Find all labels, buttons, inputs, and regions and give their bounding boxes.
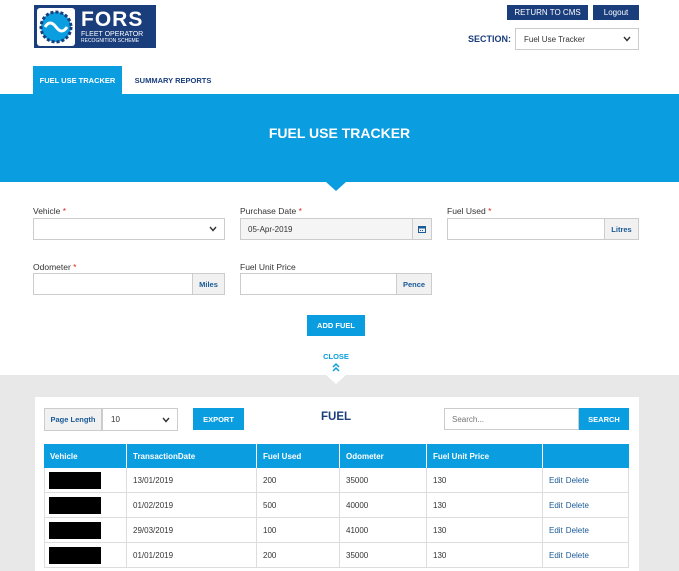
edit-link[interactable]: Edit [549,476,563,485]
date-cell: 13/01/2019 [127,468,257,492]
date-cell: 29/03/2019 [127,518,257,542]
table-row: 01/02/2019 500 40000 130 Edit Delete [44,493,629,518]
date-cell: 01/01/2019 [127,543,257,567]
odometer-cell: 35000 [340,468,427,492]
fuel-unit-price-field[interactable]: Pence [240,273,432,295]
redacted-vehicle [49,496,101,514]
price-cell: 130 [427,518,543,542]
price-cell: 130 [427,493,543,517]
vehicle-cell [44,543,127,567]
table-row: 13/01/2019 200 35000 130 Edit Delete [44,468,629,493]
column-header-odometer[interactable]: Odometer [340,444,427,468]
add-fuel-button[interactable]: ADD FUEL [307,315,365,336]
delete-link[interactable]: Delete [566,551,589,560]
fuel-cell: 100 [257,518,340,542]
odometer-cell: 41000 [340,518,427,542]
page-length-label: Page Length [44,408,102,431]
price-cell: 130 [427,468,543,492]
edit-link[interactable]: Edit [549,501,563,510]
odometer-field[interactable]: Miles [33,273,225,295]
delete-link[interactable]: Delete [566,526,589,535]
column-header-transaction-date[interactable]: TransactionDate [127,444,257,468]
actions-cell: Edit Delete [543,493,629,517]
logo-tagline: RECOGNITION SCHEME [81,38,140,44]
odometer-cell: 40000 [340,493,427,517]
actions-cell: Edit Delete [543,518,629,542]
fuel-unit-price-label: Fuel Unit Price [240,262,296,272]
section-select-value: Fuel Use Tracker [524,34,585,44]
search-button[interactable]: SEARCH [579,408,629,430]
fors-logo-icon [37,7,75,46]
fuel-used-field[interactable]: Litres [447,218,639,240]
purchase-date-value: 05-Apr-2019 [248,224,293,234]
date-cell: 01/02/2019 [127,493,257,517]
fuel-used-label: Fuel Used * [447,206,492,216]
page-length-select[interactable]: 10 [102,408,178,431]
fuel-table: Vehicle TransactionDate Fuel Used Odomet… [44,444,629,568]
chevron-down-icon [209,224,217,234]
close-link[interactable]: CLOSE [320,352,352,361]
vehicle-cell [44,468,127,492]
vehicle-cell [44,493,127,517]
purchase-date-label: Purchase Date * [240,206,302,216]
fuel-cell: 200 [257,543,340,567]
odometer-label: Odometer * [33,262,77,272]
column-header-actions [543,444,629,468]
fuel-cell: 200 [257,468,340,492]
tab-summary-reports[interactable]: SUMMARY REPORTS [128,66,218,94]
purchase-date-field[interactable]: 05-Apr-2019 [240,218,432,240]
return-to-cms-button[interactable]: RETURN TO CMS [507,5,588,20]
actions-cell: Edit Delete [543,468,629,492]
fors-logo: FORS FLEET OPERATOR RECOGNITION SCHEME [34,5,156,48]
export-button[interactable]: EXPORT [193,408,244,430]
edit-link[interactable]: Edit [549,526,563,535]
redacted-vehicle [49,546,101,564]
column-header-vehicle[interactable]: Vehicle [44,444,127,468]
vehicle-cell [44,518,127,542]
section-notch [326,375,346,384]
fuel-cell: 500 [257,493,340,517]
section-select[interactable]: Fuel Use Tracker [515,28,639,50]
page-title: FUEL USE TRACKER [268,125,411,141]
fuel-used-unit: Litres [604,218,639,240]
actions-cell: Edit Delete [543,543,629,567]
banner-pointer [326,182,346,191]
logout-button[interactable]: Logout [593,5,639,20]
fuel-unit-price-unit: Pence [396,273,432,295]
logo-title: FORS [81,8,144,31]
odometer-cell: 35000 [340,543,427,567]
column-header-fuel-unit-price[interactable]: Fuel Unit Price [427,444,543,468]
edit-link[interactable]: Edit [549,551,563,560]
vehicle-select[interactable] [33,218,225,240]
redacted-vehicle [49,521,101,539]
price-cell: 130 [427,543,543,567]
section-label: SECTION: [468,34,512,44]
table-row: 29/03/2019 100 41000 130 Edit Delete [44,518,629,543]
chevron-down-icon [623,34,631,44]
redacted-vehicle [49,471,101,489]
search-input[interactable] [444,408,579,430]
vehicle-label: Vehicle * [33,206,67,216]
delete-link[interactable]: Delete [566,476,589,485]
column-header-fuel-used[interactable]: Fuel Used [257,444,340,468]
logo-subtitle: FLEET OPERATOR [81,31,144,38]
table-header: Vehicle TransactionDate Fuel Used Odomet… [44,444,629,468]
table-row: 01/01/2019 200 35000 130 Edit Delete [44,543,629,568]
tab-fuel-use-tracker[interactable]: FUEL USE TRACKER [33,66,122,94]
double-chevron-up-icon[interactable] [330,361,342,373]
page-banner: FUEL USE TRACKER [0,94,679,182]
chevron-down-icon [162,415,170,425]
odometer-unit: Miles [192,273,225,295]
panel-title: FUEL [320,411,352,423]
delete-link[interactable]: Delete [566,501,589,510]
calendar-icon[interactable] [412,218,432,240]
